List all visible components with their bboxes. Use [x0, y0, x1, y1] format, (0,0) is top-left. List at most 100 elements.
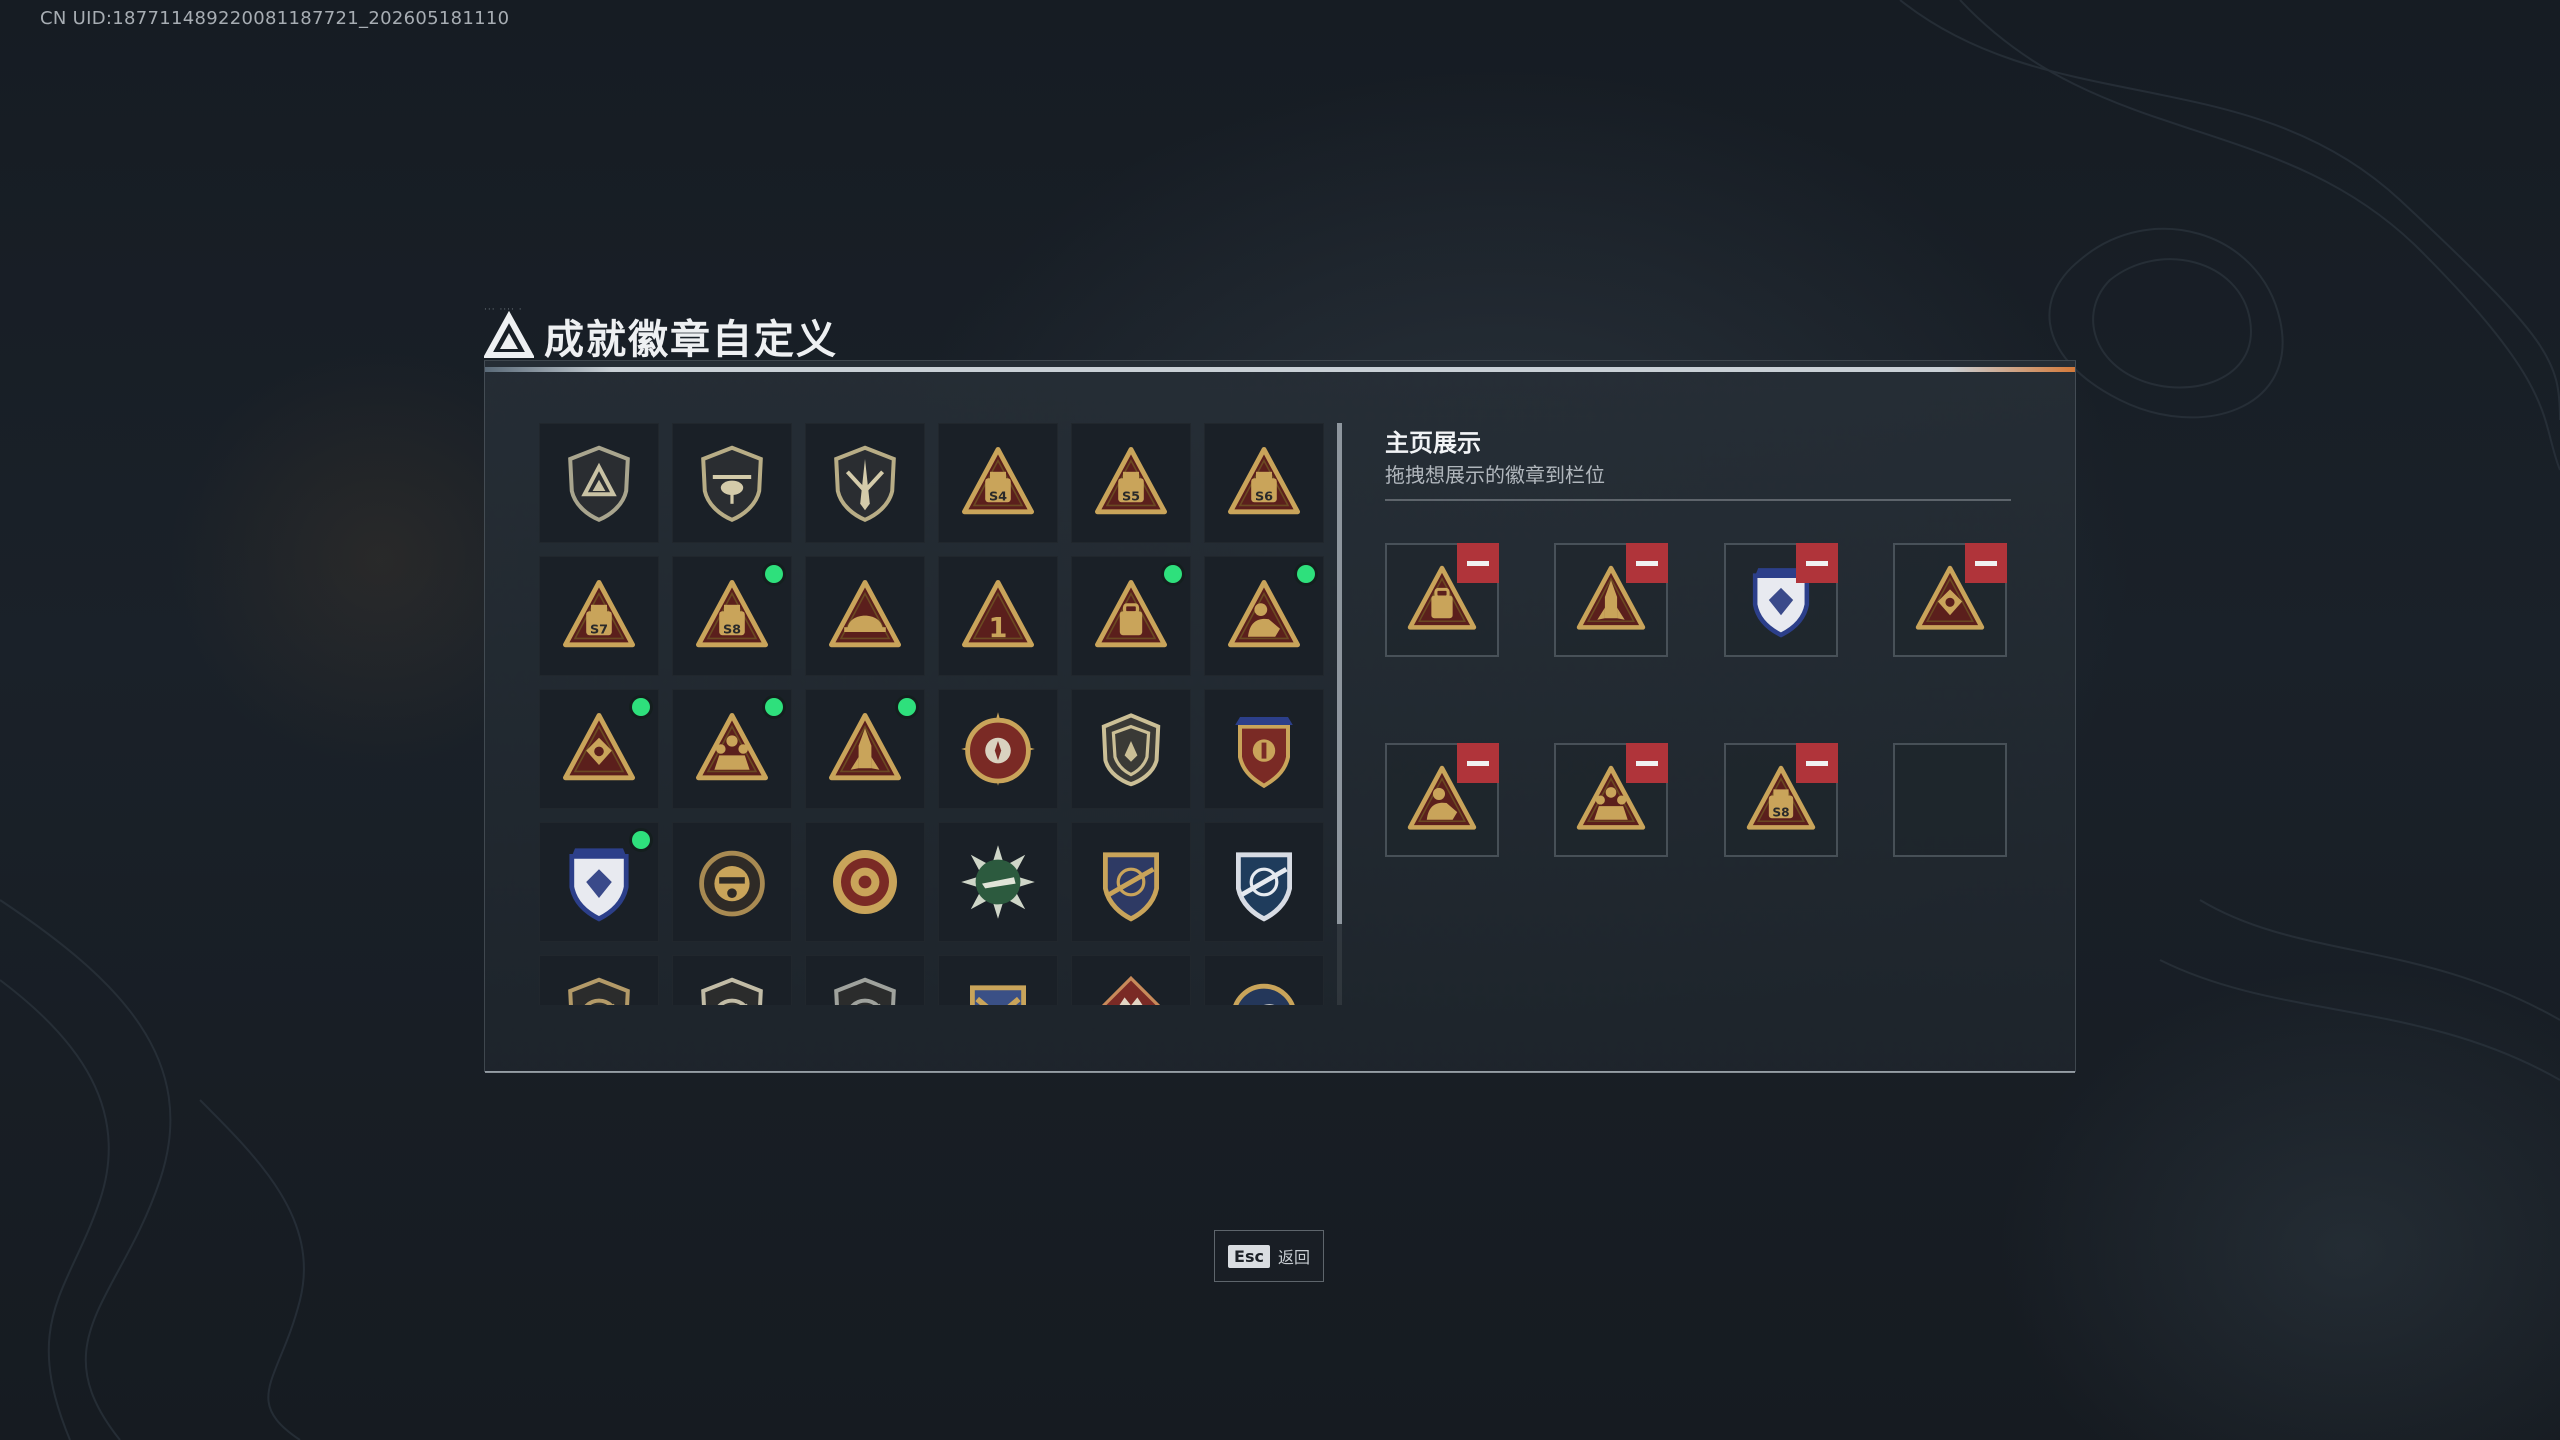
showcase-slot[interactable]: [1385, 743, 1499, 857]
badge-cell[interactable]: [672, 955, 792, 1005]
s8-season-badge-icon: S8: [696, 580, 768, 648]
badge-cell[interactable]: [1204, 556, 1324, 676]
new-badge-indicator: [765, 565, 783, 583]
badge-cell[interactable]: S5: [1071, 423, 1191, 543]
badge-cell[interactable]: [672, 423, 792, 543]
panel-bottom-border: [485, 1071, 2075, 1073]
badge-cell[interactable]: [1204, 955, 1324, 1005]
showcase-slot[interactable]: [1554, 543, 1668, 657]
showcase-slot[interactable]: [1893, 543, 2007, 657]
badge-cell[interactable]: [805, 556, 925, 676]
panel-accent-bar: [485, 367, 2075, 372]
badge-cell[interactable]: [805, 689, 925, 809]
new-badge-indicator: [765, 698, 783, 716]
winged-shield-badge-icon: [1101, 713, 1161, 787]
badge-cell[interactable]: [1071, 955, 1191, 1005]
showcase-slot[interactable]: [1385, 543, 1499, 657]
badge-cell[interactable]: [539, 423, 659, 543]
badge-cell[interactable]: [1071, 556, 1191, 676]
remove-badge-button[interactable]: [1796, 743, 1838, 783]
badge-cell[interactable]: [1204, 822, 1324, 942]
badge-cell[interactable]: [539, 689, 659, 809]
svg-text:S5: S5: [1122, 490, 1140, 505]
rifle-shield-bronze-badge-icon: [568, 977, 630, 1005]
green-burst-badge-icon: [961, 845, 1035, 919]
minus-icon: [1806, 560, 1828, 566]
badge-grid-viewport[interactable]: S4 S5 S6 S7 S8 1: [539, 423, 1329, 1005]
badge-cell[interactable]: [938, 689, 1058, 809]
badge-cell[interactable]: S4: [938, 423, 1058, 543]
showcase-title: 主页展示: [1385, 429, 1481, 457]
showcase-slot[interactable]: S8: [1724, 743, 1838, 857]
s6-season-badge-icon: S6: [1228, 447, 1300, 515]
blade-shield-badge-icon: [834, 445, 896, 522]
compass-star-badge-icon: [961, 712, 1035, 786]
scope-operator-badge-icon: [699, 850, 765, 917]
badge-cell[interactable]: [539, 822, 659, 942]
remove-badge-button[interactable]: [1626, 743, 1668, 783]
svg-text:1: 1: [989, 613, 1008, 644]
wolf-diamond-badge-icon: [1101, 975, 1161, 1005]
delta-shield-badge-icon: [568, 445, 630, 522]
svg-text:S6: S6: [1255, 490, 1273, 505]
new-badge-indicator: [632, 698, 650, 716]
s5-season-badge-icon: S5: [1095, 447, 1167, 515]
crossed-rifles-crest-badge-icon: [970, 985, 1026, 1005]
badge-cell[interactable]: [805, 955, 925, 1005]
minus-icon: [1636, 560, 1658, 566]
delta-triangle-icon: [484, 311, 534, 358]
showcase-slot[interactable]: [1554, 743, 1668, 857]
showcase-slot-empty[interactable]: [1893, 743, 2007, 857]
badge-cell[interactable]: S8: [672, 556, 792, 676]
showcase-divider: [1385, 499, 2011, 501]
new-badge-indicator: [898, 698, 916, 716]
showcase-slot[interactable]: [1724, 543, 1838, 657]
badge-cell[interactable]: [805, 423, 925, 543]
new-badge-indicator: [1297, 565, 1315, 583]
minus-icon: [1636, 760, 1658, 766]
remove-badge-button[interactable]: [1796, 543, 1838, 583]
badge-cell[interactable]: [1071, 822, 1191, 942]
page-title: 成就徽章自定义: [544, 317, 838, 363]
badge-cell[interactable]: S6: [1204, 423, 1324, 543]
badge-cell[interactable]: [1071, 689, 1191, 809]
rank-one-triangle-badge-icon: 1: [962, 580, 1034, 648]
badge-cell[interactable]: S7: [539, 556, 659, 676]
page-header: 成就徽章自定义: [484, 306, 838, 366]
badge-cell[interactable]: [672, 689, 792, 809]
gold-rose-badge-icon: [833, 850, 897, 914]
svg-text:S8: S8: [723, 623, 741, 638]
s7-season-badge-icon: S7: [563, 580, 635, 648]
badge-grid: S4 S5 S6 S7 S8 1: [539, 423, 1329, 1005]
remove-badge-button[interactable]: [1457, 743, 1499, 783]
back-button[interactable]: Esc 返回: [1214, 1230, 1324, 1282]
new-badge-indicator: [632, 831, 650, 849]
badge-cell[interactable]: 1: [938, 556, 1058, 676]
badge-cell[interactable]: [539, 955, 659, 1005]
blue-crest-badge-icon: [569, 848, 629, 922]
badge-grid-scrollbar[interactable]: [1337, 423, 1342, 1005]
rifle-shield-steel-badge-icon: [834, 977, 896, 1005]
scrollbar-thumb[interactable]: [1337, 423, 1342, 924]
badge-customization-panel: S4 S5 S6 S7 S8 1 主页展示 拖拽想展示的徽章到栏位 S8: [484, 360, 2076, 1073]
rifle-shield-silver-badge-icon: [701, 977, 763, 1005]
badge-cell[interactable]: [672, 822, 792, 942]
new-badge-indicator: [1164, 565, 1182, 583]
emblem-triangle-badge-icon: [563, 713, 635, 781]
remove-badge-button[interactable]: [1626, 543, 1668, 583]
minus-icon: [1806, 760, 1828, 766]
showcase-subtitle: 拖拽想展示的徽章到栏位: [1385, 463, 1605, 487]
esc-key-hint: Esc: [1228, 1244, 1270, 1268]
badge-cell[interactable]: [805, 822, 925, 942]
badge-cell[interactable]: [1204, 689, 1324, 809]
minus-icon: [1467, 760, 1489, 766]
svg-text:S7: S7: [590, 623, 608, 638]
remove-badge-button[interactable]: [1457, 543, 1499, 583]
eagle-round-badge-icon: [1233, 983, 1295, 1005]
minus-icon: [1467, 560, 1489, 566]
back-label: 返回: [1277, 1248, 1310, 1267]
rocket-triangle-badge-icon: [829, 713, 901, 781]
badge-cell[interactable]: [938, 955, 1058, 1005]
badge-cell[interactable]: [938, 822, 1058, 942]
remove-badge-button[interactable]: [1965, 543, 2007, 583]
